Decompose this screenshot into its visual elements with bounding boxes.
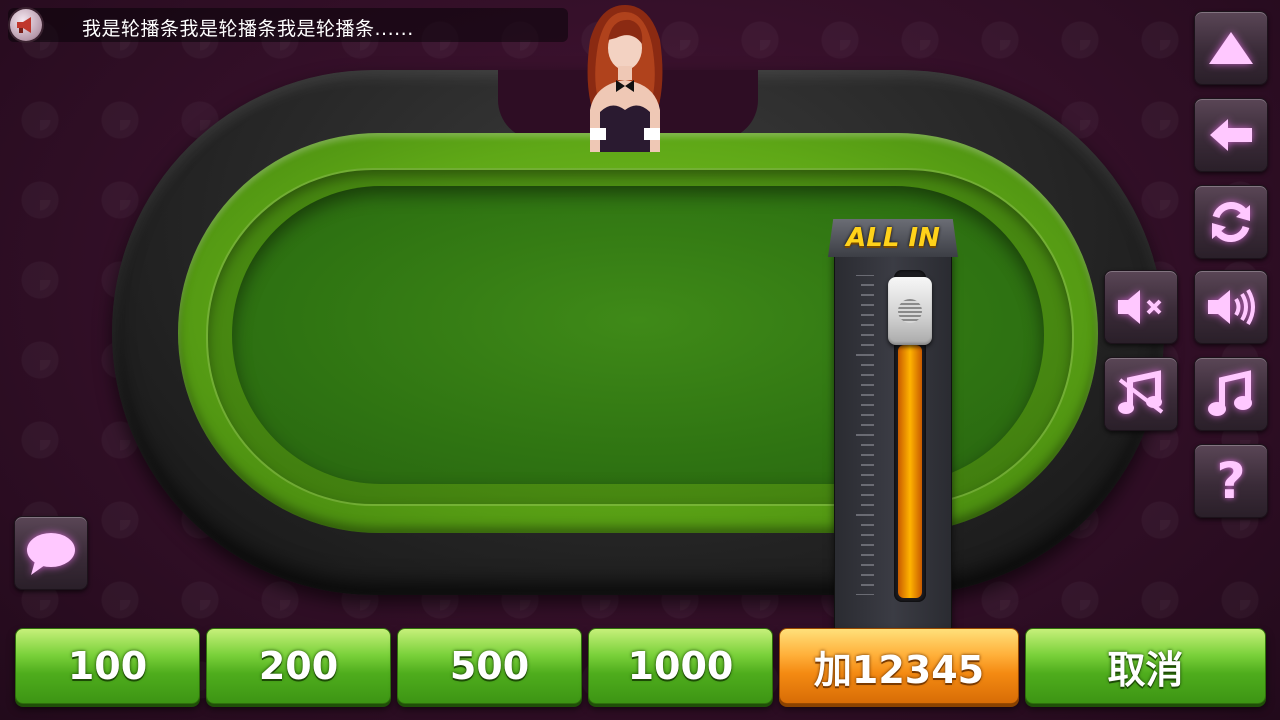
knob-grip [898, 299, 922, 324]
allin-label[interactable]: ALL IN [828, 219, 958, 257]
music-off-icon [1118, 370, 1164, 414]
megaphone-icon[interactable] [10, 9, 42, 41]
broadcast-text: 我是轮播条我是轮播条我是轮播条...... [82, 18, 414, 40]
music-note-icon [1208, 370, 1252, 416]
up-button[interactable] [1194, 11, 1268, 85]
bet-500-button[interactable]: 500 [397, 628, 582, 704]
slider-knob[interactable] [888, 277, 932, 346]
dealer-avatar [587, 5, 663, 152]
music-off-button[interactable] [1104, 357, 1178, 431]
left-arrow-icon [1210, 119, 1252, 151]
slider-ticks [856, 275, 874, 595]
broadcast-bar: 我是轮播条我是轮播条我是轮播条...... [8, 8, 568, 42]
speaker-on-icon [1208, 288, 1255, 326]
slider-fill [898, 345, 922, 598]
bet-200-button[interactable]: 200 [206, 628, 391, 704]
cancel-button[interactable]: 取消 [1025, 628, 1266, 704]
mute-button[interactable] [1104, 270, 1178, 344]
sound-on-button[interactable] [1194, 270, 1268, 344]
speaker-mute-icon [1118, 290, 1162, 324]
question-icon: ? [1216, 452, 1246, 510]
bet-1000-button[interactable]: 1000 [588, 628, 773, 704]
chat-button[interactable] [14, 516, 88, 590]
music-button[interactable] [1194, 357, 1268, 431]
refresh-button[interactable] [1194, 185, 1268, 259]
refresh-icon [1212, 202, 1250, 242]
back-button[interactable] [1194, 98, 1268, 172]
raise-button[interactable]: 加12345 [779, 628, 1019, 704]
chat-bubble-icon [27, 533, 75, 575]
bet-100-button[interactable]: 100 [15, 628, 200, 704]
help-button[interactable]: ? [1194, 444, 1268, 518]
up-arrow-icon [1209, 32, 1253, 64]
